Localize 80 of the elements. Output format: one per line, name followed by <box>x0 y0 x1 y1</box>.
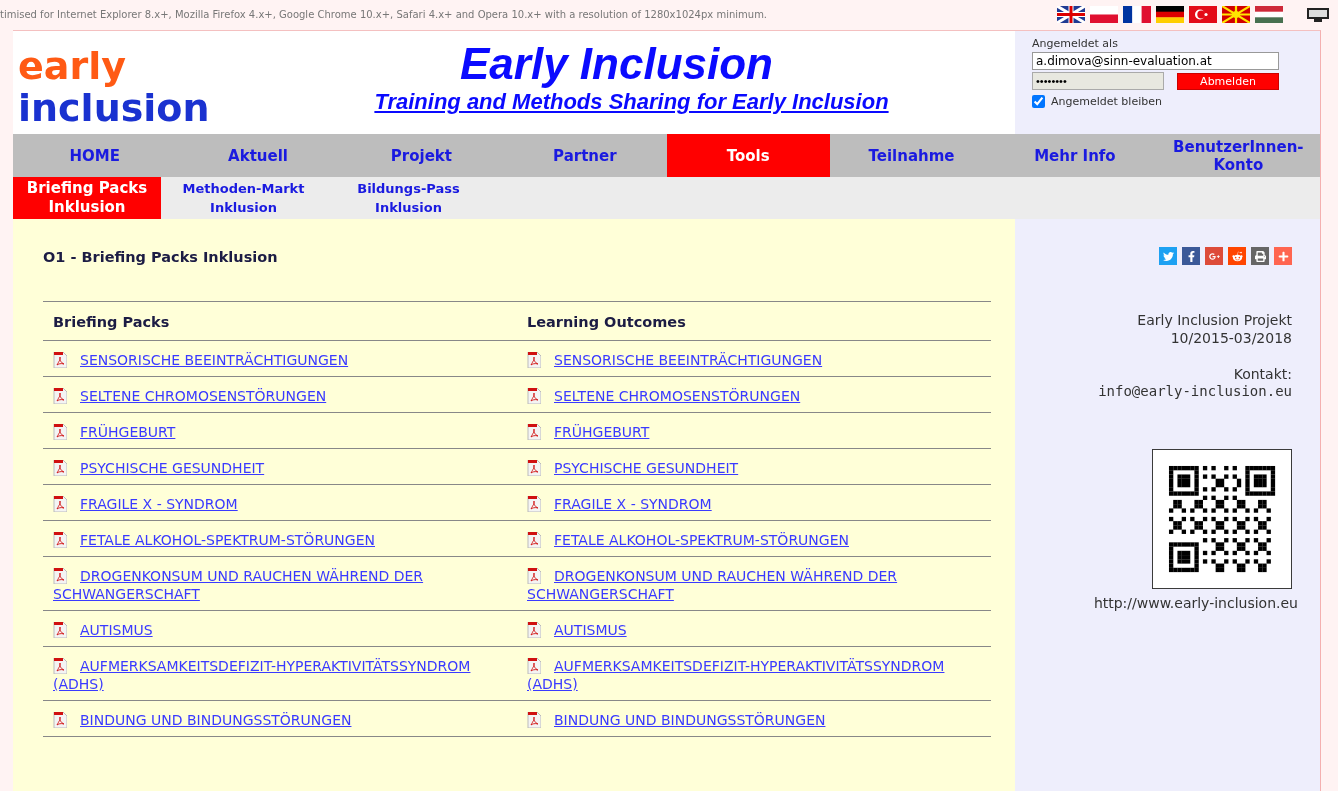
pdf-icon <box>527 496 541 512</box>
document-link[interactable]: FRÜHGEBURT <box>53 423 507 441</box>
login-label: Angemeldet als <box>1032 37 1119 50</box>
subnav-tab[interactable]: Methoden-Markt Inklusion <box>161 177 326 219</box>
remember-checkbox[interactable] <box>1032 95 1045 108</box>
pdf-icon <box>53 424 67 440</box>
flag-icon[interactable] <box>1156 6 1184 23</box>
subnav-tab[interactable]: Bildungs-Pass Inklusion <box>326 177 491 219</box>
pdf-icon <box>527 460 541 476</box>
pdf-icon <box>53 388 67 404</box>
facebook-icon[interactable] <box>1182 247 1200 265</box>
contact-email: info@early-inclusion.eu <box>1098 383 1292 399</box>
document-link[interactable]: FRAGILE X - SYNDROM <box>527 495 981 513</box>
website-url: http://www.early-inclusion.eu <box>1093 595 1298 611</box>
pdf-icon <box>527 532 541 548</box>
document-link[interactable]: DROGENKONSUM UND RAUCHEN WÄHREND DER SCHWANGERSCHAFT <box>527 567 981 603</box>
twitter-icon[interactable] <box>1159 247 1177 265</box>
monitor-icon[interactable] <box>1306 6 1330 23</box>
document-link[interactable]: AUFMERKSAMKEITSDEFIZIT-HYPERAKTIVITÄTSSYNDROM (ADHS) <box>527 657 981 693</box>
document-link[interactable]: BINDUNG UND BINDUNGSSTÖRUNGEN <box>527 711 981 729</box>
remember-label: Angemeldet bleiben <box>1051 95 1162 108</box>
contact-label: Kontakt: <box>1233 365 1292 383</box>
password-field[interactable]: •••••••• <box>1032 72 1164 90</box>
document-link[interactable]: SENSORISCHE BEEINTRÄCHTIGUNGEN <box>53 351 507 369</box>
google-plus-icon[interactable] <box>1205 247 1223 265</box>
logo-text: inclusion <box>18 87 211 129</box>
pdf-icon <box>527 388 541 404</box>
pdf-icon <box>527 622 541 638</box>
nav-tab[interactable]: Projekt <box>339 134 504 177</box>
nav-tab[interactable]: Mehr Info <box>993 134 1157 177</box>
nav-tab[interactable]: Aktuell <box>176 134 340 177</box>
page-title: O1 - Briefing Packs Inklusion <box>43 249 279 265</box>
document-link[interactable]: FETALE ALKOHOL-SPEKTRUM-STÖRUNGEN <box>53 531 507 549</box>
project-period: 10/2015-03/2018 <box>1170 329 1292 347</box>
pdf-icon <box>53 712 67 728</box>
column-header: Briefing Packs <box>43 301 517 341</box>
document-link[interactable]: PSYCHISCHE GESUNDHEIT <box>53 459 507 477</box>
pdf-icon <box>527 352 541 368</box>
site-title: Early Inclusion <box>460 39 773 89</box>
site-subtitle-link[interactable]: Training and Methods Sharing for Early Inclusion <box>374 89 889 115</box>
document-link[interactable]: SELTENE CHROMOSENSTÖRUNGEN <box>527 387 981 405</box>
project-name: Early Inclusion Projekt <box>1137 311 1292 329</box>
browser-notice: timised for Internet Explorer 8.x+, Mozilla Firefox 4.x+, Google Chrome 10.x+, Safari 4.x+ and Opera 10.x+ with a resolution of 1280x1024px minimum. <box>0 9 768 20</box>
document-link[interactable]: BINDUNG UND BINDUNGSSTÖRUNGEN <box>53 711 507 729</box>
document-link[interactable]: FRÜHGEBURT <box>527 423 981 441</box>
nav-tab[interactable]: Teilnahme <box>829 134 994 177</box>
logo-text: early <box>18 45 127 87</box>
document-link[interactable]: AUTISMUS <box>527 621 981 639</box>
nav-tab[interactable]: BenutzerInnen-Konto <box>1156 134 1320 177</box>
document-link[interactable]: SENSORISCHE BEEINTRÄCHTIGUNGEN <box>527 351 981 369</box>
pdf-icon <box>53 568 67 584</box>
document-link[interactable]: PSYCHISCHE GESUNDHEIT <box>527 459 981 477</box>
flag-icon[interactable] <box>1123 6 1151 23</box>
flag-icon[interactable] <box>1057 6 1085 23</box>
printer-icon[interactable] <box>1251 247 1269 265</box>
pdf-icon <box>53 532 67 548</box>
nav-tab[interactable]: Tools <box>666 134 830 177</box>
document-link[interactable]: FETALE ALKOHOL-SPEKTRUM-STÖRUNGEN <box>527 531 981 549</box>
pdf-icon <box>527 712 541 728</box>
pdf-icon <box>527 424 541 440</box>
pdf-icon <box>53 352 67 368</box>
pdf-icon <box>53 658 67 674</box>
document-link[interactable]: FRAGILE X - SYNDROM <box>53 495 507 513</box>
email-field[interactable]: a.dimova@sinn-evaluation.at <box>1032 52 1279 70</box>
pdf-icon <box>53 496 67 512</box>
document-link[interactable]: AUFMERKSAMKEITSDEFIZIT-HYPERAKTIVITÄTSSYNDROM (ADHS) <box>53 657 507 693</box>
column-header: Learning Outcomes <box>517 301 991 341</box>
nav-tab[interactable]: Partner <box>503 134 667 177</box>
nav-tab[interactable]: HOME <box>13 134 177 177</box>
pdf-icon <box>53 460 67 476</box>
pdf-icon <box>53 622 67 638</box>
plus-icon[interactable] <box>1274 247 1292 265</box>
logout-button[interactable]: Abmelden <box>1177 72 1279 90</box>
document-link[interactable]: DROGENKONSUM UND RAUCHEN WÄHREND DER SCHWANGERSCHAFT <box>53 567 507 603</box>
document-link[interactable]: AUTISMUS <box>53 621 507 639</box>
subnav-tab[interactable]: Briefing Packs Inklusion <box>13 177 161 219</box>
reddit-icon[interactable] <box>1228 247 1246 265</box>
pdf-icon <box>527 658 541 674</box>
pdf-icon <box>527 568 541 584</box>
document-link[interactable]: SELTENE CHROMOSENSTÖRUNGEN <box>53 387 507 405</box>
